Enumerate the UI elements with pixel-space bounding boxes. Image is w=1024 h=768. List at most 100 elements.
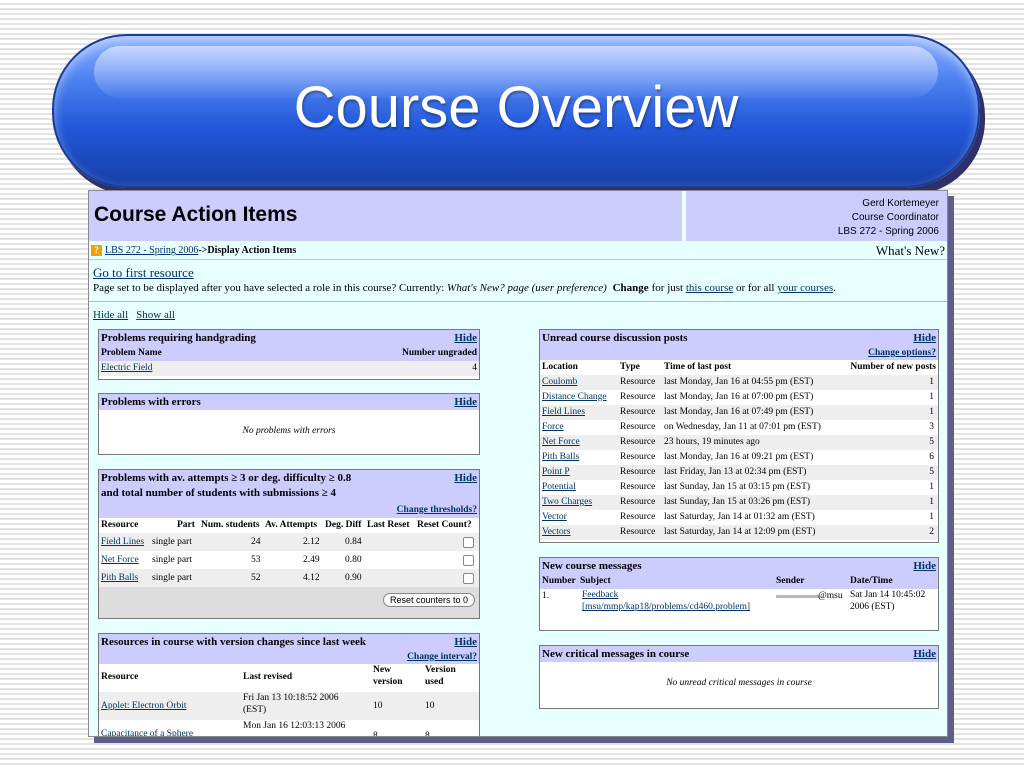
interval-row: Change interval? bbox=[99, 650, 479, 664]
post-time: last Sunday, Jan 15 at 03:15 pm (EST) bbox=[664, 482, 811, 492]
location-link[interactable]: Two Charges bbox=[542, 495, 592, 510]
change-thresholds-link[interactable]: Change thresholds? bbox=[397, 503, 477, 518]
av-attempts: 2.12 bbox=[303, 537, 320, 547]
hide-link[interactable]: Hide bbox=[913, 330, 936, 346]
table-row: Vector Resource last Saturday, Jan 14 at 0… bbox=[540, 510, 938, 525]
location-link[interactable]: Vector bbox=[542, 510, 567, 525]
hide-link[interactable]: Hide bbox=[454, 394, 477, 410]
hide-link[interactable]: Hide bbox=[913, 558, 936, 574]
post-type: Resource bbox=[620, 437, 656, 447]
resource-link[interactable]: Capacitance of a Sphere bbox=[101, 727, 193, 736]
reset-checkbox[interactable] bbox=[463, 573, 474, 584]
col-new-version-l1: New bbox=[373, 665, 391, 675]
user-course: LBS 272 - Spring 2006 bbox=[837, 226, 939, 237]
panel-title: New critical messages in course Hide bbox=[540, 646, 938, 662]
version-used: 10 bbox=[425, 701, 435, 711]
resource-link[interactable]: Field Lines bbox=[101, 533, 144, 551]
panel-title: Resources in course with version changes… bbox=[99, 634, 479, 650]
location-link[interactable]: Potential bbox=[542, 480, 576, 495]
col-version-used-l2: used bbox=[425, 677, 444, 687]
attempts-panel: Problems with av. attempts ≥ 3 or deg. d… bbox=[98, 469, 480, 619]
go-first-resource-link[interactable]: Go to first resource bbox=[93, 265, 194, 281]
col-subject: Subject bbox=[580, 576, 611, 586]
slide-title-banner: Course Overview bbox=[52, 34, 980, 188]
pageset-current: What's New? page (user preference) bbox=[447, 282, 607, 294]
message-subject[interactable]: Feedback [msu/mmp/kap18/problems/cd460.pr… bbox=[582, 589, 750, 613]
location-link[interactable]: Coulomb bbox=[542, 375, 577, 390]
show-all-link[interactable]: Show all bbox=[136, 309, 175, 321]
panel-title: Problems with errors Hide bbox=[99, 394, 479, 410]
ungraded-count: 4 bbox=[472, 363, 477, 373]
subject-line-2[interactable]: [msu/mmp/kap18/problems/cd460.problem] bbox=[582, 602, 750, 612]
table-row: Net Force single part 53 2.49 0.80 bbox=[99, 551, 479, 569]
post-time: last Monday, Jan 16 at 07:00 pm (EST) bbox=[664, 392, 814, 402]
reset-checkbox[interactable] bbox=[463, 537, 474, 548]
sender: @msu bbox=[818, 591, 843, 601]
hide-all-link[interactable]: Hide all bbox=[93, 309, 128, 321]
message-number: 1. bbox=[542, 591, 550, 601]
page-set-text: Page set to be displayed after you have … bbox=[93, 282, 836, 294]
location-link[interactable]: Force bbox=[542, 420, 564, 435]
part: single part bbox=[152, 537, 192, 547]
location-link[interactable]: Field Lines bbox=[542, 405, 585, 420]
breadcrumb-course-link[interactable]: LBS 272 - Spring 2006 bbox=[105, 245, 198, 256]
reset-counters-button[interactable]: Reset counters to 0 bbox=[382, 593, 475, 607]
table-row: Pith Balls single part 52 4.12 0.90 bbox=[99, 569, 479, 587]
col-deg-diff: Deg. Diff bbox=[325, 520, 362, 530]
message-date: Sat Jan 14 10:45:02 2006 (EST) bbox=[850, 589, 925, 613]
table-row: Two Charges Resource last Sunday, Jan 15 a… bbox=[540, 495, 938, 510]
new-version: 10 bbox=[373, 701, 383, 711]
reset-checkbox[interactable] bbox=[463, 555, 474, 566]
panel-title: Unread course discussion posts Hide bbox=[540, 330, 938, 346]
col-part: Part bbox=[177, 520, 195, 530]
post-count: 1 bbox=[929, 497, 934, 507]
col-last-reset: Last Reset bbox=[367, 520, 410, 530]
col-location: Location bbox=[542, 362, 578, 372]
hide-link[interactable]: Hide bbox=[913, 646, 936, 662]
your-courses-link[interactable]: your courses bbox=[777, 282, 833, 294]
col-new-version-l2: version bbox=[373, 677, 403, 687]
help-icon[interactable]: ? bbox=[91, 245, 102, 257]
pageset-prefix: Page set to be displayed after you have … bbox=[93, 282, 445, 294]
resource-link[interactable]: Pith Balls bbox=[101, 569, 138, 587]
version-used: 8 bbox=[425, 731, 430, 737]
hide-link[interactable]: Hide bbox=[454, 471, 477, 486]
last-revised: Mon Jan 16 12:03:13 2006 bbox=[243, 721, 346, 731]
num-students: 53 bbox=[251, 555, 261, 565]
panel-title-text: Unread course discussion posts bbox=[542, 332, 688, 344]
hide-link[interactable]: Hide bbox=[454, 634, 477, 650]
table-row: 1. Feedback [msu/mmp/kap18/problems/cd460… bbox=[540, 589, 938, 619]
location-link[interactable]: Point P bbox=[542, 465, 570, 480]
location-link[interactable]: Pith Balls bbox=[542, 450, 579, 465]
location-link[interactable]: Distance Change bbox=[542, 390, 607, 405]
table-row: Applet: Electron Orbit Fri Jan 13 10:18:… bbox=[99, 692, 479, 720]
location-link[interactable]: Vectors bbox=[542, 525, 571, 540]
panel-title-text: New critical messages in course bbox=[542, 648, 690, 660]
change-interval-link[interactable]: Change interval? bbox=[407, 650, 477, 664]
table-header: Location Type Time of last post Number o… bbox=[540, 360, 938, 375]
title-line-2: and total number of students with submis… bbox=[101, 487, 337, 499]
location-link[interactable]: Net Force bbox=[542, 435, 580, 450]
user-role: Course Coordinator bbox=[851, 212, 939, 223]
handgrading-panel: Problems requiring handgrading Hide Probl… bbox=[98, 329, 480, 380]
subject-line-1[interactable]: Feedback bbox=[582, 590, 618, 600]
table-header: Resource Part Num. students Av. Attempts… bbox=[99, 518, 479, 533]
hide-link[interactable]: Hide bbox=[454, 330, 477, 346]
post-time: last Friday, Jan 13 at 02:34 pm (EST) bbox=[664, 467, 807, 477]
resource-link[interactable]: Net Force bbox=[101, 551, 139, 569]
revised-line-1: Fri Jan 13 10:18:52 2006 bbox=[243, 693, 339, 703]
post-count: 2 bbox=[929, 527, 934, 537]
problem-link[interactable]: Electric Field bbox=[101, 361, 152, 376]
post-type: Resource bbox=[620, 407, 656, 417]
table-header: Resource Last revised New version Version… bbox=[99, 664, 479, 692]
table-header: Number Subject Sender Date/Time bbox=[540, 574, 938, 589]
resource-link[interactable]: Applet: Electron Orbit bbox=[101, 699, 186, 714]
title-line-1: Problems with av. attempts ≥ 3 or deg. d… bbox=[101, 472, 352, 484]
post-type: Resource bbox=[620, 527, 656, 537]
discussion-panel: Unread course discussion posts Hide Chang… bbox=[539, 329, 939, 543]
change-options-link[interactable]: Change options? bbox=[868, 346, 936, 360]
this-course-link[interactable]: this course bbox=[686, 282, 733, 294]
col-new-posts: Number of new posts bbox=[850, 362, 936, 372]
errors-panel: Problems with errors Hide No problems wit… bbox=[98, 393, 480, 455]
table-row: Electric Field 4 bbox=[99, 361, 479, 376]
